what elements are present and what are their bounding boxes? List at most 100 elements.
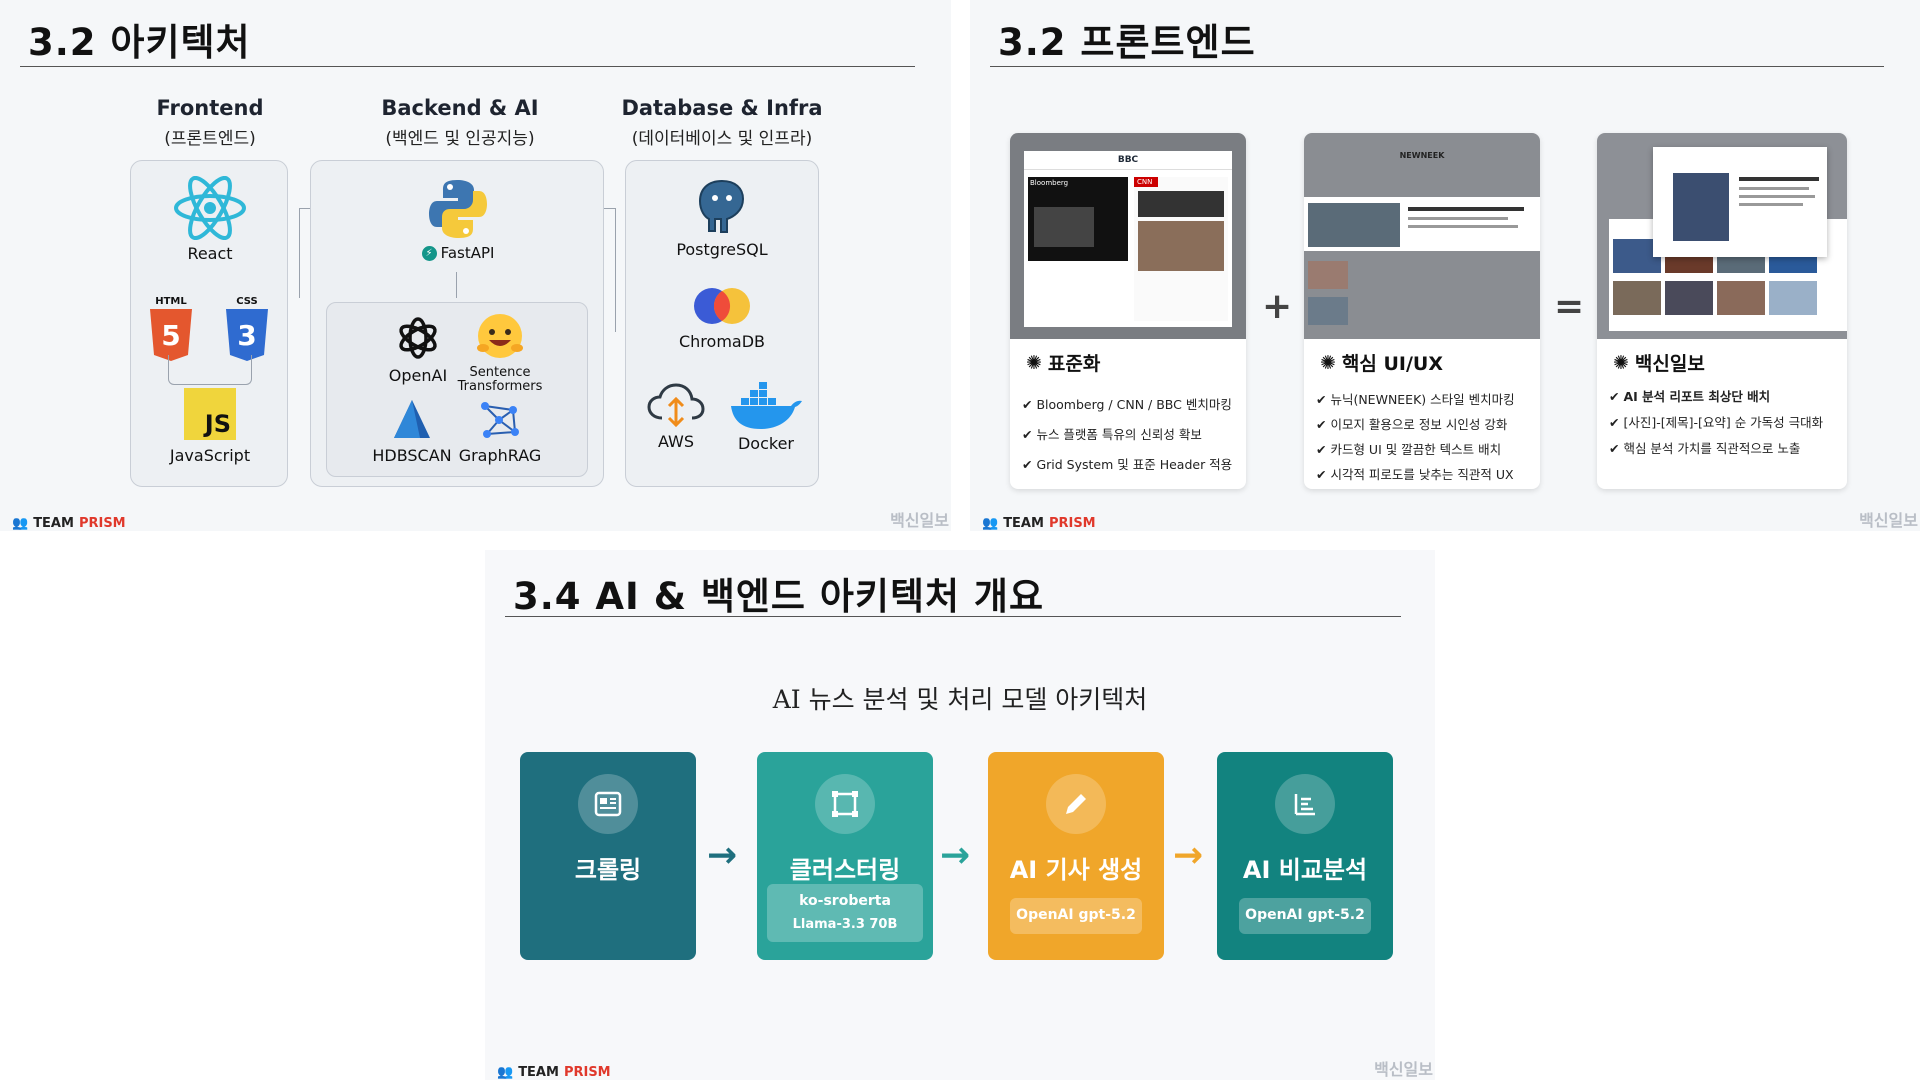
connector-line [456,272,457,298]
ai-backend-slide: 3.4 AI & 백엔드 아키텍처 개요 AI 뉴스 분석 및 처리 모델 아키… [485,550,1435,1080]
team-brand: PRISM [78,516,126,531]
hdbscan-icon [366,398,458,442]
card-title: ✺ 백신일보 [1613,349,1705,376]
team-brand: PRISM [1048,516,1096,531]
bullet-item: ✔ 핵심 분석 가치를 직관적으로 노출 [1609,441,1801,456]
sentence-transformers-label: Sentence Transformers [457,365,543,395]
svg-text:3: 3 [237,319,256,352]
bullet-item: ✔ 카드형 UI 및 깔끔한 텍스트 배치 [1316,442,1502,457]
model-tag: OpenAI gpt-5.2 [1239,898,1371,934]
pipeline-title: AI 뉴스 분석 및 처리 모델 아키텍처 [772,685,1148,714]
graphrag-label: GraphRAG [458,446,542,465]
slide-title: 3.4 AI & 백엔드 아키텍처 개요 [513,575,1044,618]
team-people-icon: 👥 [982,516,999,531]
step-clustering: 클러스터링 ko-sroberta Llama-3.3 70B [757,752,933,960]
slide-title: 3.2 프론트엔드 [998,21,1256,64]
fastapi-label: FastAPI [440,244,495,262]
hdbscan-item: HDBSCAN [366,398,458,465]
react-icon [160,176,260,240]
bbc-logo: BBC [1024,151,1232,170]
watermark: 백신일보 [890,511,949,530]
bullet-text: AI 분석 리포트 최상단 배치 [1623,389,1771,404]
card-title-text: 표준화 [1047,353,1101,375]
bullet-item: ✔ Bloomberg / CNN / BBC 벤치마킹 [1022,397,1232,412]
architecture-slide: 3.2 아키텍처 Frontend (프론트엔드) Backend & AI (… [0,0,951,531]
column-header-infra: Database & Infra (데이터베이스 및 인프라) [612,96,832,149]
aws-item: AWS [640,382,712,451]
sparkle-icon: ✺ [1026,351,1042,374]
bullet-text: 핵심 분석 가치를 직관적으로 노출 [1623,441,1801,456]
plus-operator: + [1262,286,1293,327]
openai-icon [378,314,458,362]
docker-item: Docker [722,382,810,453]
column-title: Database & Infra [621,96,823,120]
frame-icon [815,774,875,834]
newneek-screenshot: NEWNEEK [1304,133,1540,339]
sentence-transformers-item: Sentence Transformers [450,312,550,395]
sparkle-icon: ✺ [1613,351,1629,374]
step-label: 크롤링 [574,856,642,884]
step-label: 클러스터링 [789,856,901,884]
chromadb-icon [660,284,784,328]
ux-card: NEWNEEK ✺ 핵심 UI/UX ✔ 뉴닉(NEWNEEK) 스타일 벤치마킹… [1304,133,1540,489]
bullet-item: ✔ [사진]-[제목]-[요약] 순 가독성 극대화 [1609,415,1824,430]
postgresql-item: PostgreSQL [660,178,784,259]
bullet-text: 카드형 UI 및 깔끔한 텍스트 배치 [1330,442,1502,457]
bullet-item: ✔ AI 분석 리포트 최상단 배치 [1609,389,1771,404]
js-glyph: JS [204,410,231,438]
bullet-item: ✔ 이모지 활용으로 정보 시인성 강화 [1316,417,1508,432]
model-tag: OpenAI gpt-5.2 [1010,898,1142,934]
team-logo: 👥 TEAM PRISM [982,516,1096,531]
bullet-text: [사진]-[제목]-[요약] 순 가독성 극대화 [1623,415,1824,430]
svg-text:5: 5 [161,319,180,352]
react-label: React [187,244,233,263]
slide-title: 3.2 아키텍처 [28,21,251,64]
openai-label: OpenAI [388,366,448,385]
docker-whale-icon [722,382,810,430]
team-brand: PRISM [563,1065,611,1080]
benchmark-card: BBC Bloomberg CNN ✺ 표준화 ✔ Bloomberg / CNN… [1010,133,1246,489]
bullet-text: Grid System 및 표준 Header 적용 [1036,457,1233,472]
column-subtitle: (백엔드 및 인공지능) [385,129,535,149]
card-title: ✺ 표준화 [1026,349,1100,376]
hdbscan-label: HDBSCAN [372,446,452,465]
equals-operator: = [1554,286,1585,327]
chromadb-label: ChromaDB [678,332,765,351]
graphrag-item: GraphRAG [456,398,544,465]
step-article-generation: AI 기사 생성 OpenAI gpt-5.2 [988,752,1164,960]
column-title: Frontend [156,96,264,120]
javascript-icon: JS [184,388,236,440]
arrow-icon: → [940,835,971,876]
connector-line [168,355,252,385]
column-subtitle: (데이터베이스 및 인프라) [631,129,813,149]
fastapi-icon: ⚡ [421,245,437,261]
javascript-item: JS JavaScript [160,388,260,465]
baekshin-screenshot [1597,133,1847,339]
team-prefix: TEAM [33,516,74,531]
column-header-backend: Backend & AI (백엔드 및 인공지능) [350,96,570,149]
title-divider [505,616,1401,617]
fastapi-item: ⚡ FastAPI [400,178,516,262]
card-title: ✺ 핵심 UI/UX [1320,349,1443,376]
react-item: React [160,176,260,263]
bullet-item: ✔ Grid System 및 표준 Header 적용 [1022,457,1233,472]
bullet-item: ✔ 뉴닉(NEWNEEK) 스타일 벤치마킹 [1316,392,1515,407]
model-name: ko-sroberta [799,893,891,910]
step-comparative-analysis: AI 비교분석 OpenAI gpt-5.2 [1217,752,1393,960]
news-sites-screenshot: BBC Bloomberg CNN [1010,133,1246,339]
bar-list-icon [1275,774,1335,834]
team-prefix: TEAM [518,1065,559,1080]
bullet-item: ✔ 뉴스 플랫폼 특유의 신뢰성 확보 [1022,427,1202,442]
bloomberg-logo: Bloomberg [1030,179,1069,187]
hugging-face-icon [450,312,550,362]
sparkle-icon: ✺ [1320,351,1336,374]
title-divider [20,66,915,67]
bullet-text: 시각적 피로도를 낮추는 직관적 UX [1330,467,1514,482]
aws-cloud-icon [640,382,712,428]
html-badge: HTML [155,296,187,307]
watermark: 백신일보 [1859,511,1918,530]
team-people-icon: 👥 [497,1065,514,1080]
team-logo: 👥 TEAM PRISM [12,516,126,531]
graph-network-icon [456,398,544,442]
newneek-logo: NEWNEEK [1399,151,1445,160]
